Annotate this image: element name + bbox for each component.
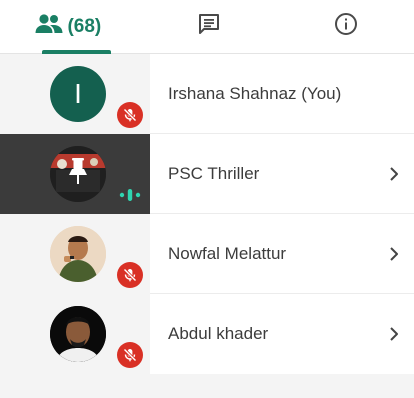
participant-name: PSC Thriller [168,164,260,183]
participant-name: Irshana Shahnaz (You) [168,84,342,103]
tab-info[interactable] [277,0,414,53]
participant-tile [0,294,150,374]
participant-row[interactable]: Abdul khader [0,294,414,374]
participant-tile [0,134,150,214]
mic-off-icon [117,102,143,128]
mic-off-icon [117,262,143,288]
participant-name: Abdul khader [168,324,269,343]
participant-count: (68) [67,15,102,37]
chevron-right-icon[interactable] [374,326,414,342]
tab-people[interactable]: (68) [0,0,141,54]
avatar [50,226,106,282]
chevron-right-icon[interactable] [374,166,414,182]
speaking-indicator-icon [118,184,142,206]
participant-list: I Irshana Shahnaz (You) PSC Thriller Now… [0,54,414,374]
avatar: I [50,66,106,122]
meeting-participants-panel: (68) I Irshana Shahnaz (You) PSC Thrille… [0,0,414,398]
chat-icon [197,12,221,41]
avatar [50,306,106,362]
tab-chat[interactable] [141,0,278,53]
participant-row[interactable]: Nowfal Melattur [0,214,414,294]
people-icon [35,13,63,40]
participant-row[interactable]: I Irshana Shahnaz (You) [0,54,414,134]
tab-bar: (68) [0,0,414,54]
chevron-right-icon[interactable] [374,246,414,262]
participant-row[interactable]: PSC Thriller [0,134,414,214]
info-icon [334,12,358,41]
participant-tile [0,214,150,294]
participant-name: Nowfal Melattur [168,244,287,263]
participant-tile: I [0,54,150,134]
list-footer-space [0,374,414,398]
mic-off-icon [117,342,143,368]
pin-icon [66,156,90,186]
